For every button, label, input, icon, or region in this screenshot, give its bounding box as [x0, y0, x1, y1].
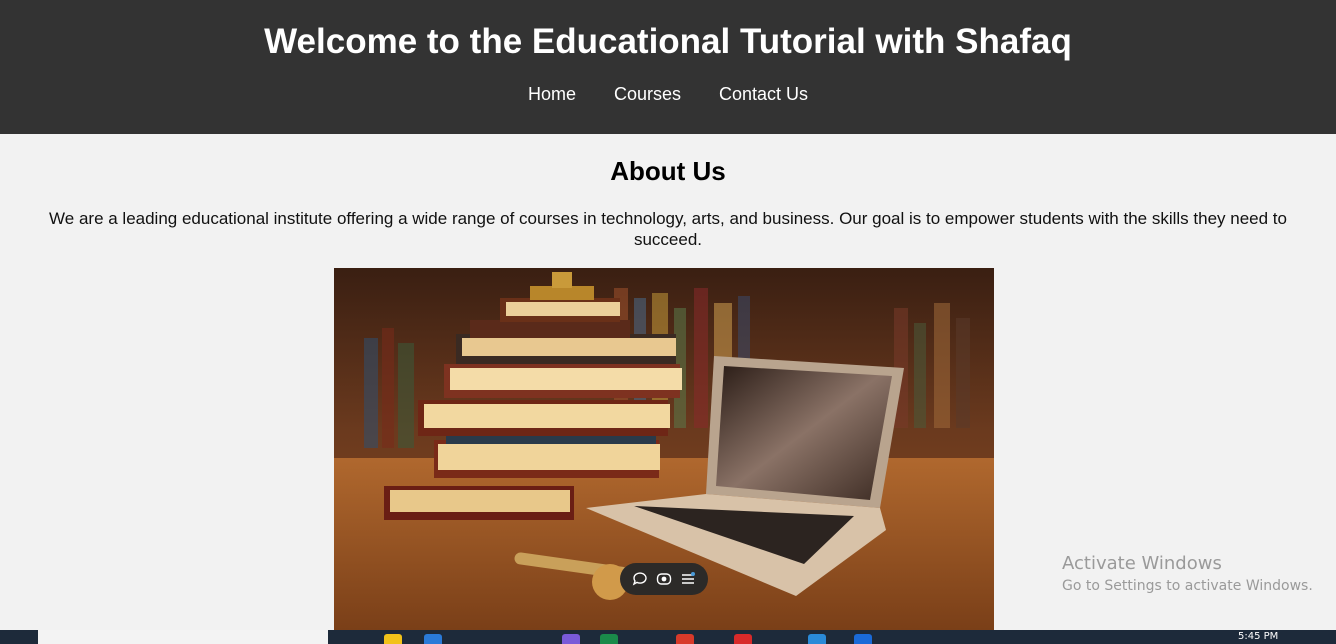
taskbar-clock[interactable]: 5:45 PM — [1238, 631, 1278, 643]
start-button[interactable] — [0, 630, 36, 644]
nav-home-link[interactable]: Home — [528, 82, 576, 106]
image-action-toolbar — [620, 563, 708, 595]
taskbar-search-box[interactable] — [38, 630, 328, 644]
main-nav: Home Courses Contact Us — [0, 82, 1336, 106]
taskbar-app-icon[interactable] — [424, 634, 442, 644]
windows-taskbar: 5:45 PM — [0, 630, 1336, 644]
taskbar-app-icon[interactable] — [562, 634, 580, 644]
about-description: We are a leading educational institute o… — [49, 209, 1287, 249]
comment-icon[interactable] — [630, 569, 650, 589]
taskbar-app-icon[interactable] — [384, 634, 402, 644]
site-title: Welcome to the Educational Tutorial with… — [264, 22, 1072, 61]
taskbar-app-icon[interactable] — [808, 634, 826, 644]
taskbar-app-icon[interactable] — [676, 634, 694, 644]
taskbar-app-icon[interactable] — [854, 634, 872, 644]
taskbar-app-icon[interactable] — [734, 634, 752, 644]
nav-contact-link[interactable]: Contact Us — [719, 82, 808, 106]
about-heading: About Us — [610, 156, 726, 186]
watermark-subtitle: Go to Settings to activate Windows. — [1062, 578, 1313, 594]
menu-icon[interactable] — [678, 569, 698, 589]
lens-icon[interactable] — [654, 569, 674, 589]
taskbar-app-icon[interactable] — [600, 634, 618, 644]
site-header: Welcome to the Educational Tutorial with… — [0, 0, 1336, 134]
nav-courses-link[interactable]: Courses — [614, 82, 681, 106]
watermark-title: Activate Windows — [1062, 553, 1222, 574]
activate-windows-watermark: Activate Windows Go to Settings to activ… — [1062, 552, 1313, 596]
